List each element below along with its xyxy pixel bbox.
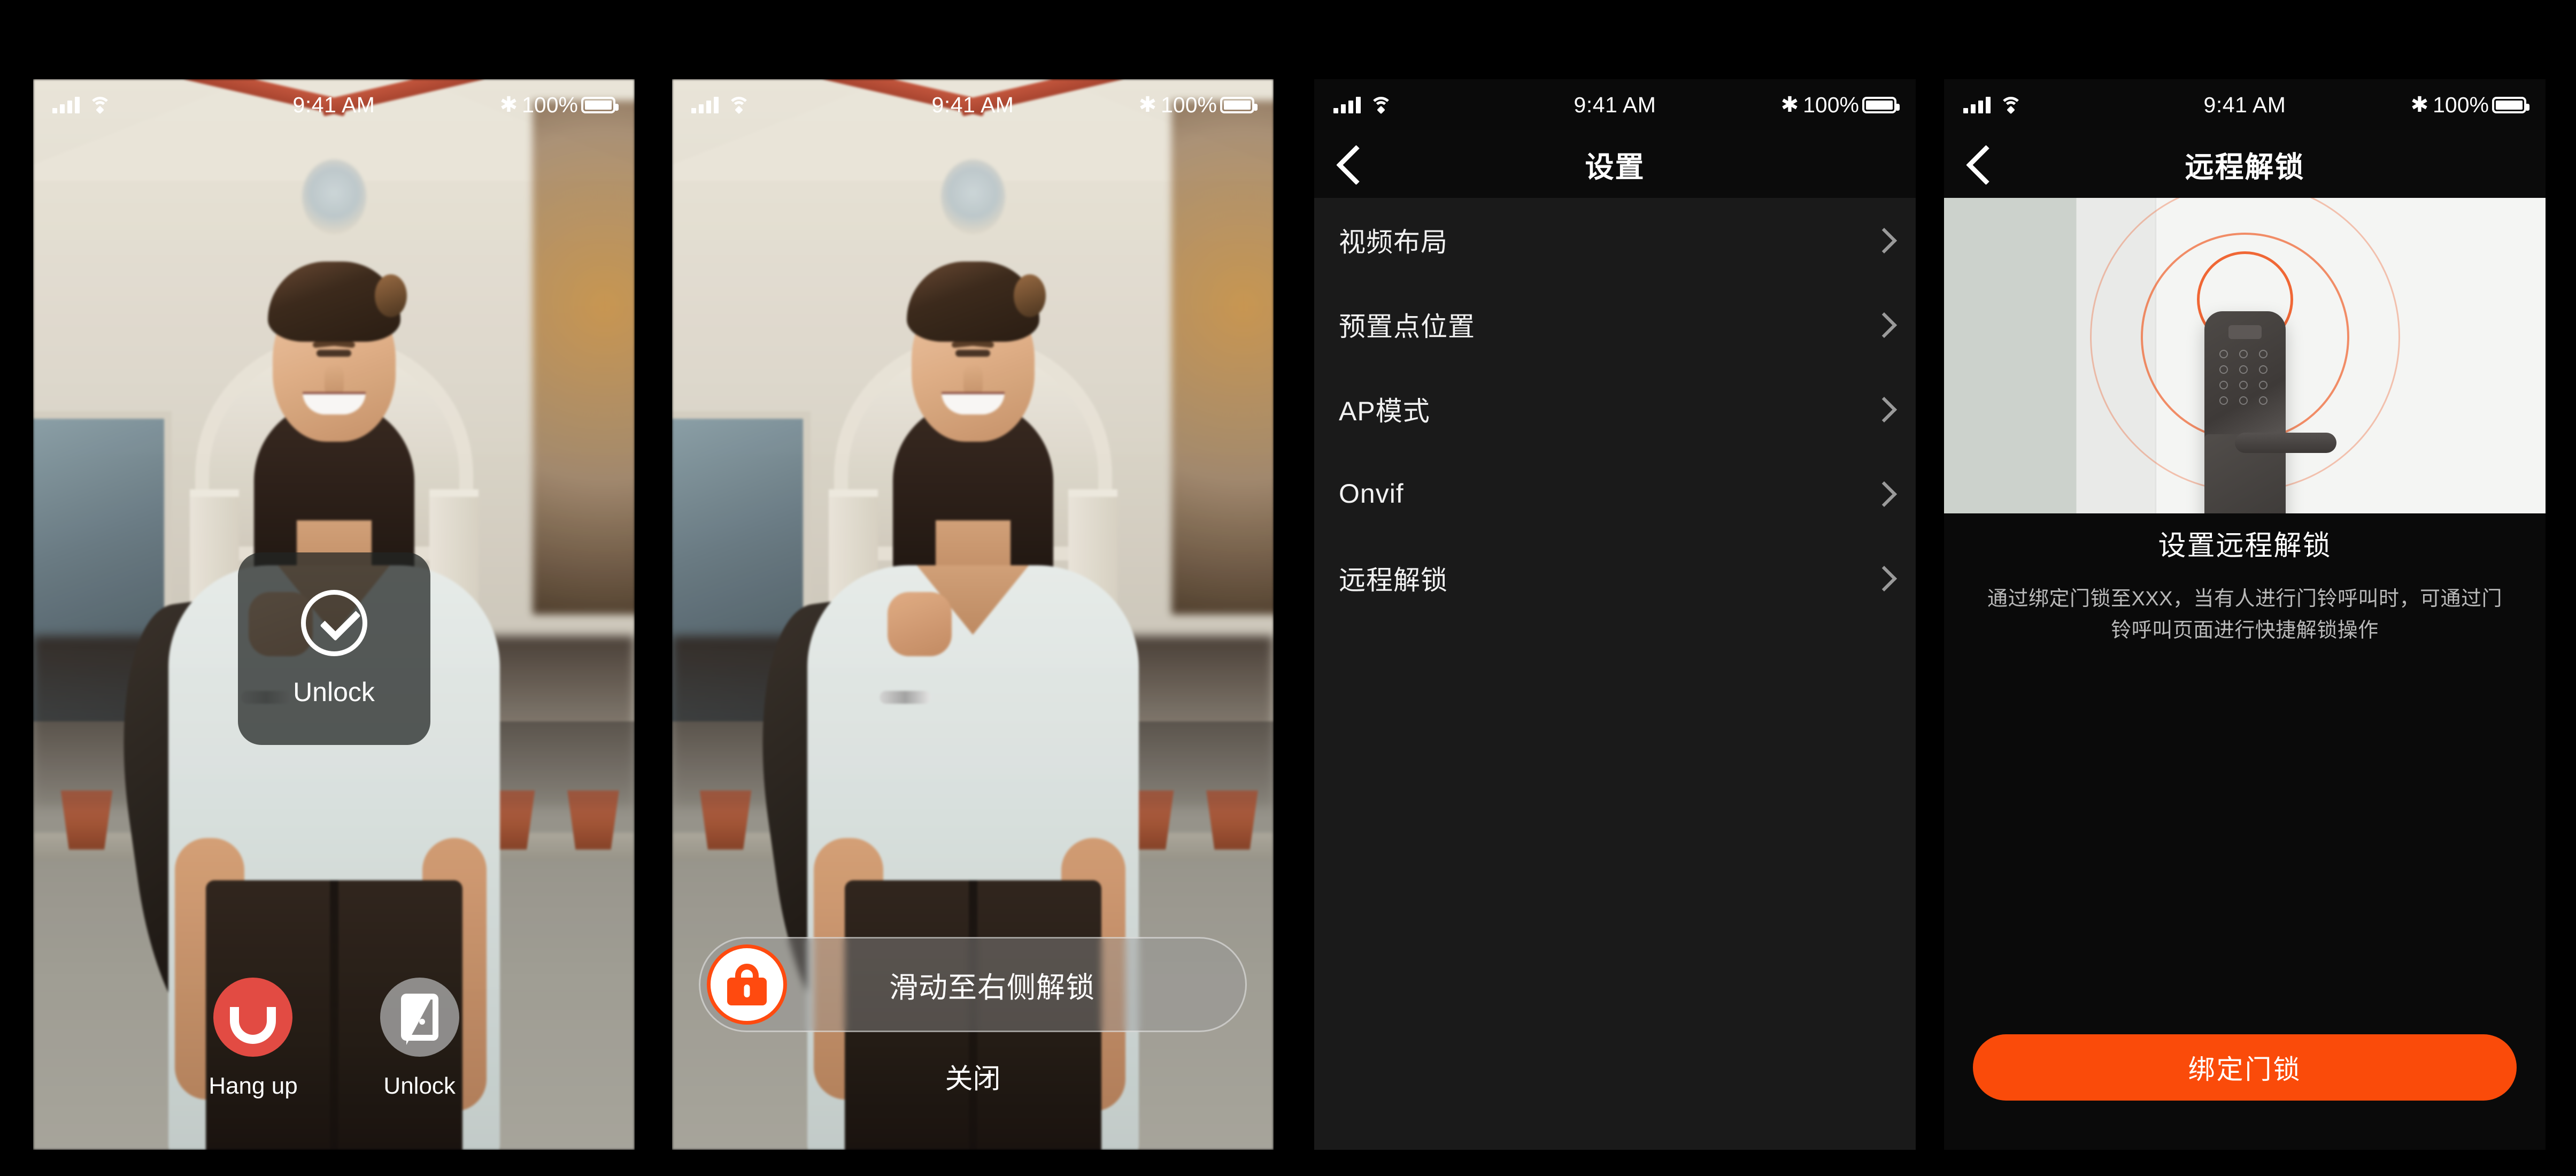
unlock-success-toast: Unlock [237,552,430,745]
settings-row-preset-position[interactable]: 预置点位置 [1314,282,1916,367]
panel-doorbell-call: 9:41 AM ✱ 100% Unlock Hang up Unlock [33,79,635,1150]
navigation-bar: 设置 [1314,130,1916,198]
cellular-signal-icon [52,96,80,113]
status-right-group: ✱ 100% [499,92,619,118]
smart-door-lock-illustration [1944,198,2546,513]
slide-to-unlock-label: 滑动至右侧解锁 [889,971,1095,1004]
close-button[interactable]: 关闭 [672,1056,1274,1096]
door-open-icon [400,994,438,1045]
status-bar: 9:41 AM ✱ 100% [672,79,1274,130]
wifi-icon [727,96,751,114]
cellular-signal-icon [1333,96,1361,113]
battery-icon [581,96,619,113]
chevron-right-icon [1875,481,1889,506]
back-button[interactable] [1338,144,1362,184]
bind-door-lock-button[interactable]: 绑定门锁 [1973,1034,2517,1101]
bluetooth-icon: ✱ [1780,93,1799,117]
settings-row-label: 远程解锁 [1339,565,1448,595]
settings-row-onvif[interactable]: Onvif [1314,451,1916,536]
bluetooth-icon: ✱ [499,93,518,117]
battery-icon [1220,96,1258,113]
battery-percent-label: 100% [1803,92,1859,117]
call-action-bar: Hang up Unlock [33,978,635,1100]
status-right-group: ✱ 100% [1780,92,1900,118]
hang-up-button[interactable]: Hang up [209,978,298,1100]
page-title: 设置 [1585,151,1645,183]
hang-up-label: Hang up [209,1073,298,1099]
battery-icon [1862,96,1900,113]
status-right-group: ✱ 100% [2410,92,2529,118]
wifi-icon [1369,96,1393,114]
settings-list: 视频布局 预置点位置 AP模式 Onvif 远程解锁 [1314,198,1916,1150]
info-block: 设置远程解锁 通过绑定门锁至XXX，当有人进行门铃呼叫时，可通过门铃呼叫页面进行… [1944,523,2546,647]
status-left-group [691,96,751,114]
phone-hangup-icon [230,1005,276,1029]
back-button[interactable] [1968,144,1992,184]
chevron-right-icon [1875,566,1889,590]
bluetooth-icon: ✱ [1138,93,1157,117]
settings-row-label: AP模式 [1339,396,1430,426]
wifi-icon [1999,96,2023,114]
slider-knob[interactable] [707,944,787,1025]
page-title: 远程解锁 [2185,151,2305,183]
cellular-signal-icon [1963,96,1991,113]
panel-slide-to-unlock: 9:41 AM ✱ 100% 滑动至右侧解锁 关闭 [672,79,1274,1150]
chevron-right-icon [1875,397,1889,421]
unlock-circle[interactable] [380,978,459,1057]
unlock-label: Unlock [383,1073,456,1099]
door-lock-body [2204,311,2337,513]
chevron-right-icon [1875,312,1889,337]
bluetooth-icon: ✱ [2410,93,2429,117]
settings-row-label: Onvif [1339,479,1404,509]
settings-row-label: 预置点位置 [1339,312,1475,342]
info-description: 通过绑定门锁至XXX，当有人进行门铃呼叫时，可通过门铃呼叫页面进行快捷解锁操作 [1987,588,2503,642]
settings-row-video-layout[interactable]: 视频布局 [1314,198,1916,282]
hang-up-circle[interactable] [213,978,293,1057]
settings-row-remote-unlock[interactable]: 远程解锁 [1314,536,1916,620]
settings-row-ap-mode[interactable]: AP模式 [1314,367,1916,451]
status-left-group [1963,96,2023,114]
status-bar: 9:41 AM ✱ 100% [33,79,635,130]
navigation-bar: 远程解锁 [1944,130,2546,198]
door-handle [2235,433,2337,454]
status-bar: 9:41 AM ✱ 100% [1314,79,1916,130]
panel-remote-unlock-setup: 9:41 AM ✱ 100% 远程解锁 设置远程解锁 通过绑定门锁至XXX，当有… [1944,79,2546,1150]
status-bar: 9:41 AM ✱ 100% [1944,79,2546,130]
status-left-group [52,96,112,114]
unlock-button[interactable]: Unlock [380,978,459,1100]
screenshot-canvas: 9:41 AM ✱ 100% Unlock Hang up Unlock 9:4… [0,0,2576,1176]
cellular-signal-icon [691,96,719,113]
settings-row-label: 视频布局 [1339,227,1448,257]
padlock-icon [727,964,767,1005]
slide-to-unlock-slider[interactable]: 滑动至右侧解锁 [699,937,1247,1032]
battery-percent-label: 100% [2433,92,2489,117]
status-right-group: ✱ 100% [1138,92,1258,118]
status-left-group [1333,96,1393,114]
panel-settings: 9:41 AM ✱ 100% 设置 视频布局 预置点位置 AP模式 Onvif … [1314,79,1916,1150]
battery-percent-label: 100% [522,92,578,117]
chevron-right-icon [1875,228,1889,252]
info-title: 设置远程解锁 [2158,531,2332,562]
lock-display [2228,325,2262,340]
check-circle-icon [300,590,367,656]
wifi-icon [88,96,112,114]
battery-icon [2492,96,2529,113]
unlock-toast-label: Unlock [293,677,375,707]
battery-percent-label: 100% [1161,92,1217,117]
lock-keypad [2219,350,2271,405]
